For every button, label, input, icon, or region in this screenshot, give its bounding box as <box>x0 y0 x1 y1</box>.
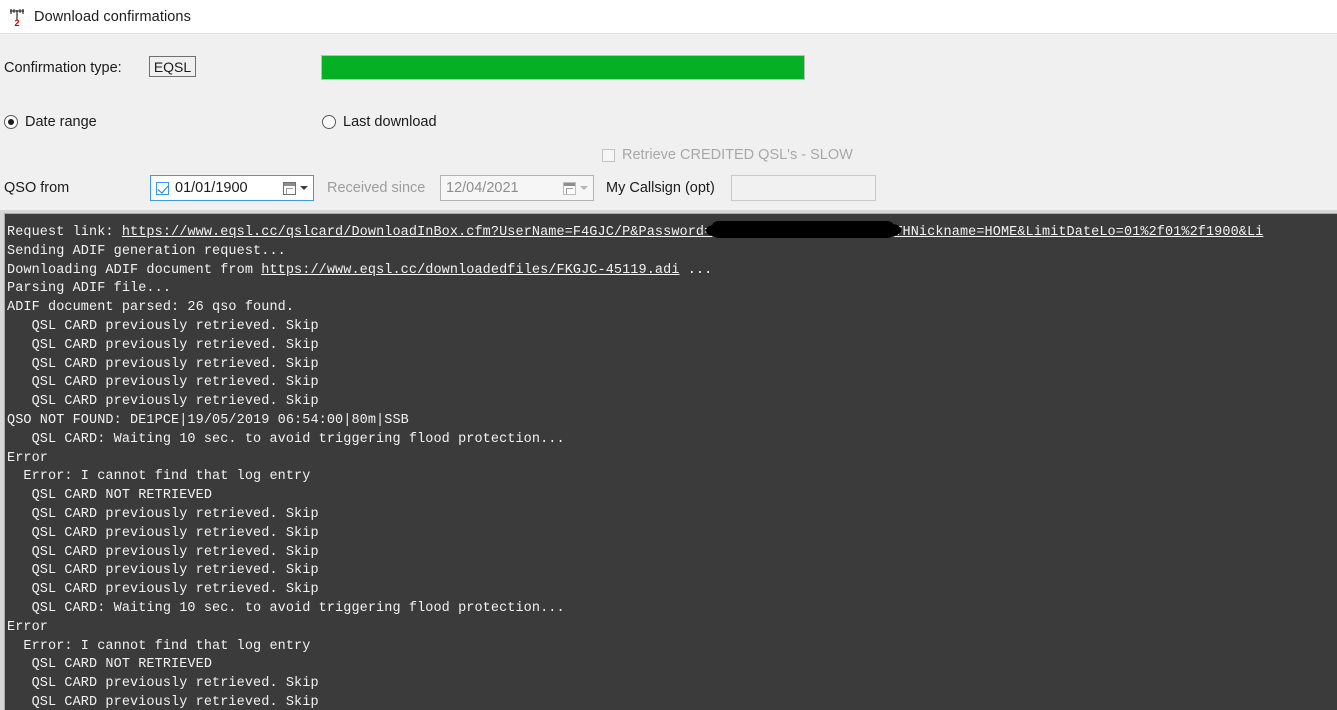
window-title: Download confirmations <box>34 8 191 25</box>
log-line: QSL CARD previously retrieved. Skip <box>7 356 319 372</box>
log-line: Downloading ADIF document from https://w… <box>7 262 713 278</box>
antenna-icon: 2 <box>6 6 28 28</box>
log-line: QSO NOT FOUND: DE1PCE|19/05/2019 06:54:0… <box>7 412 409 428</box>
received-since-value: 12/04/2021 <box>446 180 519 196</box>
checkbox-retrieve-credited-box <box>602 148 615 162</box>
received-since-label: Received since <box>327 180 426 196</box>
log-link[interactable]: https://www.eqsl.cc/qslcard/DownloadInBo… <box>122 225 713 240</box>
log-line: Error <box>7 450 49 466</box>
download-progress-fill <box>322 56 804 79</box>
download-confirmations-window: 2 Download confirmations Confirmation ty… <box>0 0 1337 710</box>
log-line: Parsing ADIF file... <box>7 281 172 297</box>
log-line: QSL CARD previously retrieved. Skip <box>7 544 319 560</box>
log-line: QSL CARD previously retrieved. Skip <box>7 676 319 692</box>
log-output[interactable]: Request link: https://www.eqsl.cc/qslcar… <box>4 213 1337 710</box>
qso-from-label: QSO from <box>4 180 70 196</box>
log-line: QSL CARD previously retrieved. Skip <box>7 394 319 410</box>
radio-last-download-label: Last download <box>343 114 437 130</box>
qso-from-value: 01/01/1900 <box>175 180 248 196</box>
log-line: QSL CARD previously retrieved. Skip <box>7 318 319 334</box>
checkbox-retrieve-credited-label: Retrieve CREDITED QSL's - SLOW <box>622 147 853 163</box>
log-line: Request link: https://www.eqsl.cc/qslcar… <box>7 218 1337 243</box>
checkbox-retrieve-credited[interactable]: Retrieve CREDITED QSL's - SLOW <box>602 147 853 163</box>
calendar-icon <box>563 181 576 195</box>
confirmation-type-label: Confirmation type: <box>4 60 122 76</box>
radio-date-range-indicator <box>4 115 18 129</box>
log-line: QSL CARD previously retrieved. Skip <box>7 582 319 598</box>
download-progress-bar <box>321 55 805 80</box>
confirmation-type-value[interactable]: EQSL <box>149 56 196 77</box>
log-text: THNickname=HOME&LimitDateLo=01%2f01%2f19… <box>894 225 1264 240</box>
log-line: Error: I cannot find that log entry <box>7 638 311 654</box>
log-line: QSL CARD previously retrieved. Skip <box>7 375 319 391</box>
chevron-down-icon <box>300 186 308 190</box>
chevron-down-icon <box>580 186 588 190</box>
my-callsign-input[interactable] <box>731 175 876 201</box>
qso-from-datepicker[interactable]: 01/01/1900 <box>150 175 314 201</box>
qso-from-enable-checkbox[interactable] <box>156 181 169 195</box>
log-line: QSL CARD previously retrieved. Skip <box>7 525 319 541</box>
log-console-frame: Request link: https://www.eqsl.cc/qslcar… <box>0 210 1337 710</box>
log-line: QSL CARD previously retrieved. Skip <box>7 506 319 522</box>
download-options-panel: Confirmation type: EQSL Date range Last … <box>0 35 1337 236</box>
log-line: QSL CARD: Waiting 10 sec. to avoid trigg… <box>7 431 565 447</box>
log-line: Error <box>7 619 49 635</box>
radio-date-range[interactable]: Date range <box>4 114 97 130</box>
calendar-icon <box>283 181 296 195</box>
radio-last-download[interactable]: Last download <box>322 114 437 130</box>
redacted-password <box>706 221 902 238</box>
log-line: Sending ADIF generation request... <box>7 243 286 259</box>
qso-from-dropdown-button[interactable] <box>283 181 313 195</box>
received-since-datepicker[interactable]: 12/04/2021 <box>440 175 594 201</box>
log-line: QSL CARD: Waiting 10 sec. to avoid trigg… <box>7 600 565 616</box>
log-line: QSL CARD previously retrieved. Skip <box>7 694 319 710</box>
log-link[interactable]: https://www.eqsl.cc/downloadedfiles/FKGJ… <box>261 263 679 278</box>
log-line: QSL CARD NOT RETRIEVED <box>7 488 213 504</box>
log-line: ADIF document parsed: 26 qso found. <box>7 300 295 316</box>
log-text: ... <box>679 262 713 278</box>
window-titlebar: 2 Download confirmations <box>0 0 1337 34</box>
received-since-dropdown-button[interactable] <box>563 181 593 195</box>
log-line: QSL CARD NOT RETRIEVED <box>7 657 213 673</box>
radio-date-range-label: Date range <box>25 114 97 130</box>
log-line: QSL CARD previously retrieved. Skip <box>7 337 319 353</box>
log-line: QSL CARD previously retrieved. Skip <box>7 563 319 579</box>
log-line: Error: I cannot find that log entry <box>7 469 311 485</box>
svg-text:2: 2 <box>14 18 19 28</box>
my-callsign-label: My Callsign (opt) <box>606 180 715 196</box>
radio-last-download-indicator <box>322 115 336 129</box>
